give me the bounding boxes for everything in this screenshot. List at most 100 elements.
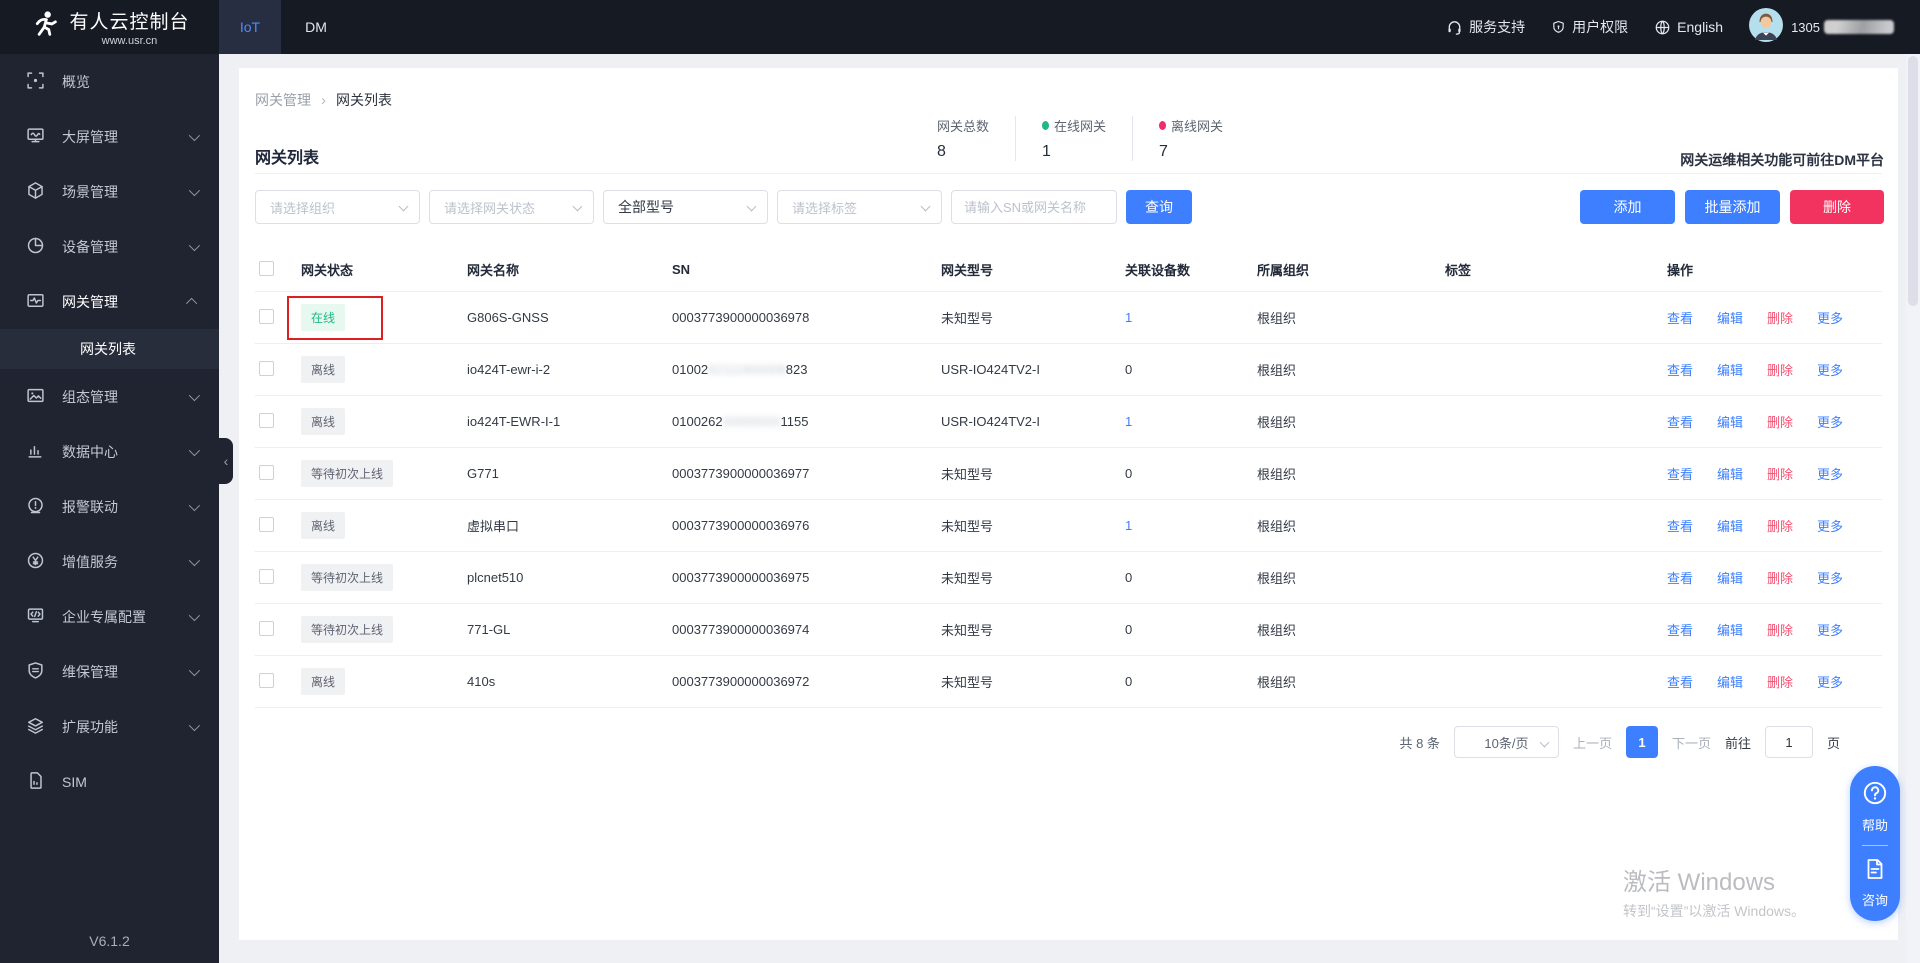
sidebar-item-maintenance[interactable]: 维保管理 — [0, 644, 219, 699]
help-button[interactable]: 帮助 — [1862, 780, 1888, 834]
filter-select-0[interactable]: 请选择组织 — [255, 190, 420, 224]
delete-link[interactable]: 删除 — [1767, 672, 1793, 691]
gateway-sn: 0100262111900008823 — [672, 362, 941, 377]
page-size-select[interactable]: 10条/页 — [1454, 726, 1559, 758]
breadcrumb-parent[interactable]: 网关管理 — [255, 90, 311, 110]
windows-watermark: 激活 Windows 转到“设置”以激活 Windows。 — [1623, 862, 1805, 921]
sidebar-item-vas[interactable]: 增值服务 — [0, 534, 219, 589]
more-link[interactable]: 更多 — [1817, 568, 1843, 587]
online-dot-icon — [1042, 121, 1049, 130]
next-page-button[interactable]: 下一页 — [1672, 733, 1711, 752]
gateway-org: 根组织 — [1257, 568, 1445, 587]
add-button[interactable]: 添加 — [1580, 190, 1675, 224]
sidebar-subitem-gateway-list[interactable]: 网关列表 — [0, 329, 219, 369]
tab-dm[interactable]: DM — [281, 0, 351, 54]
batch-add-button[interactable]: 批量添加 — [1685, 190, 1780, 224]
edit-link[interactable]: 编辑 — [1717, 308, 1743, 327]
device-count-link[interactable]: 1 — [1125, 518, 1132, 533]
sidebar-item-enterprise[interactable]: 企业专属配置 — [0, 589, 219, 644]
delete-link[interactable]: 删除 — [1767, 620, 1793, 639]
goto-label: 前往 — [1725, 733, 1751, 752]
view-link[interactable]: 查看 — [1667, 360, 1693, 379]
filter-select-1[interactable]: 请选择网关状态 — [429, 190, 594, 224]
permissions-menu-item[interactable]: 用户权限 — [1551, 17, 1628, 37]
search-input[interactable] — [951, 190, 1117, 224]
row-checkbox[interactable] — [259, 309, 274, 324]
sidebar-item-gateway[interactable]: 网关管理 — [0, 274, 219, 329]
tab-iot[interactable]: IoT — [219, 0, 281, 54]
sidebar-item-device[interactable]: 设备管理 — [0, 219, 219, 274]
column-header: 网关型号 — [941, 260, 1125, 279]
support-menu-item[interactable]: 服务支持 — [1446, 17, 1525, 37]
view-link[interactable]: 查看 — [1667, 516, 1693, 535]
sidebar-item-sim[interactable]: SIM — [0, 754, 219, 809]
row-checkbox[interactable] — [259, 569, 274, 584]
goto-page-input[interactable] — [1765, 726, 1813, 758]
prev-page-button[interactable]: 上一页 — [1573, 733, 1612, 752]
edit-link[interactable]: 编辑 — [1717, 516, 1743, 535]
sidebar-item-alarm[interactable]: 报警联动 — [0, 479, 219, 534]
delete-link[interactable]: 删除 — [1767, 568, 1793, 587]
language-menu-item[interactable]: English — [1654, 19, 1723, 36]
stat-offline: 离线网关 7 — [1132, 116, 1249, 161]
view-link[interactable]: 查看 — [1667, 568, 1693, 587]
scada-icon — [26, 386, 45, 408]
more-link[interactable]: 更多 — [1817, 516, 1843, 535]
app-logo[interactable]: 有人云控制台 www.usr.cn — [0, 0, 219, 54]
view-link[interactable]: 查看 — [1667, 672, 1693, 691]
sidebar-item-bigscreen[interactable]: 大屏管理 — [0, 109, 219, 164]
row-checkbox[interactable] — [259, 465, 274, 480]
device-count-link[interactable]: 1 — [1125, 310, 1132, 325]
more-link[interactable]: 更多 — [1817, 360, 1843, 379]
sn-redaction: 62111900008 — [708, 362, 786, 377]
current-page-button[interactable]: 1 — [1626, 726, 1658, 758]
delete-button[interactable]: 删除 — [1790, 190, 1884, 224]
more-link[interactable]: 更多 — [1817, 620, 1843, 639]
gateway-model: USR-IO424TV2-I — [941, 414, 1125, 429]
more-link[interactable]: 更多 — [1817, 672, 1843, 691]
sidebar-item-scene[interactable]: 场景管理 — [0, 164, 219, 219]
edit-link[interactable]: 编辑 — [1717, 620, 1743, 639]
edit-link[interactable]: 编辑 — [1717, 464, 1743, 483]
view-link[interactable]: 查看 — [1667, 620, 1693, 639]
view-link[interactable]: 查看 — [1667, 464, 1693, 483]
delete-link[interactable]: 删除 — [1767, 464, 1793, 483]
sidebar-item-label: 概览 — [62, 72, 90, 92]
gateway-sn: 0003773900000036976 — [672, 518, 941, 533]
filter-select-3[interactable]: 请选择标签 — [777, 190, 942, 224]
consult-button[interactable]: 咨询 — [1862, 857, 1888, 909]
sidebar-item-data[interactable]: 数据中心 — [0, 424, 219, 479]
top-header: 有人云控制台 www.usr.cn IoT DM 服务支持 — [0, 0, 1920, 54]
row-checkbox[interactable] — [259, 517, 274, 532]
query-button[interactable]: 查询 — [1126, 190, 1192, 224]
select-all-checkbox[interactable] — [259, 261, 274, 276]
device-count-link[interactable]: 1 — [1125, 414, 1132, 429]
row-checkbox[interactable] — [259, 621, 274, 636]
view-link[interactable]: 查看 — [1667, 308, 1693, 327]
sidebar-item-overview[interactable]: 概览 — [0, 54, 219, 109]
edit-link[interactable]: 编辑 — [1717, 672, 1743, 691]
row-checkbox[interactable] — [259, 673, 274, 688]
sidebar-item-extension[interactable]: 扩展功能 — [0, 699, 219, 754]
more-link[interactable]: 更多 — [1817, 308, 1843, 327]
delete-link[interactable]: 删除 — [1767, 516, 1793, 535]
permissions-label: 用户权限 — [1572, 17, 1628, 37]
page-scrollbar[interactable] — [1906, 54, 1920, 963]
sidebar-item-scada[interactable]: 组态管理 — [0, 369, 219, 424]
edit-link[interactable]: 编辑 — [1717, 360, 1743, 379]
edit-link[interactable]: 编辑 — [1717, 568, 1743, 587]
row-checkbox[interactable] — [259, 361, 274, 376]
more-link[interactable]: 更多 — [1817, 412, 1843, 431]
scrollbar-thumb[interactable] — [1908, 56, 1918, 306]
delete-link[interactable]: 删除 — [1767, 308, 1793, 327]
delete-link[interactable]: 删除 — [1767, 412, 1793, 431]
sn-redaction: 00000000 — [723, 414, 781, 429]
sidebar-collapse-handle[interactable]: ‹ — [219, 438, 233, 484]
delete-link[interactable]: 删除 — [1767, 360, 1793, 379]
user-account[interactable]: 1305 — [1749, 8, 1894, 47]
edit-link[interactable]: 编辑 — [1717, 412, 1743, 431]
view-link[interactable]: 查看 — [1667, 412, 1693, 431]
filter-select-2[interactable]: 全部型号 — [603, 190, 768, 224]
more-link[interactable]: 更多 — [1817, 464, 1843, 483]
row-checkbox[interactable] — [259, 413, 274, 428]
